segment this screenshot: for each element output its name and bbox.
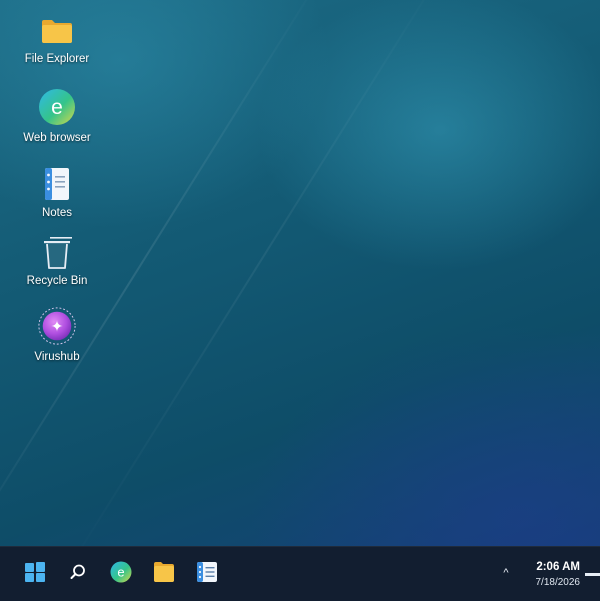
system-clock[interactable]: 2:06 AM 7/18/2026	[516, 560, 581, 590]
desktop-icon-recycle-bin[interactable]: Recycle Bin	[9, 235, 105, 287]
browser-glyph: e	[117, 564, 124, 579]
browser-icon: e	[37, 87, 77, 127]
desktop-icon-label: Web browser	[23, 132, 91, 144]
desktop-icon-label: Notes	[41, 207, 73, 219]
desktop-icon-label: Virushub	[34, 351, 80, 363]
taskbar-notes-button[interactable]	[192, 559, 222, 589]
virushub-icon: ✦	[37, 306, 77, 346]
tray-overflow-chevron-icon[interactable]: ^	[498, 565, 514, 581]
start-button[interactable]	[20, 559, 50, 589]
folder-icon	[37, 14, 77, 48]
notes-icon	[196, 561, 218, 588]
clock-time: 2:06 AM	[536, 561, 580, 573]
folder-icon	[153, 561, 175, 588]
notes-icon	[37, 166, 77, 202]
virushub-glyph: ✦	[51, 318, 64, 336]
browser-icon: e	[110, 561, 132, 588]
wallpaper-streak	[57, 0, 462, 546]
search-button[interactable]	[63, 559, 93, 589]
taskbar: e ^ 2:06 AM 7/18/2026	[0, 546, 600, 601]
desktop-icon-notes[interactable]: Notes	[9, 166, 105, 219]
search-icon	[69, 563, 87, 586]
show-desktop-button[interactable]	[585, 573, 600, 576]
clock-date: 7/18/2026	[535, 577, 581, 588]
desktop-icon-label: File Explorer	[24, 53, 90, 65]
taskbar-file-explorer-button[interactable]	[149, 559, 179, 589]
taskbar-browser-button[interactable]: e	[106, 559, 136, 589]
desktop-icon-virushub[interactable]: ✦ Virushub	[9, 306, 105, 363]
windows-logo-icon	[24, 561, 46, 588]
browser-glyph: e	[51, 96, 63, 119]
desktop-background: File Explorer e Web browser Notes Recycl…	[0, 0, 600, 546]
recycle-bin-icon	[37, 235, 77, 270]
desktop-icon-file-explorer[interactable]: File Explorer	[9, 14, 105, 65]
desktop-icon-web-browser[interactable]: e Web browser	[9, 87, 105, 144]
desktop-icon-label: Recycle Bin	[26, 275, 88, 287]
